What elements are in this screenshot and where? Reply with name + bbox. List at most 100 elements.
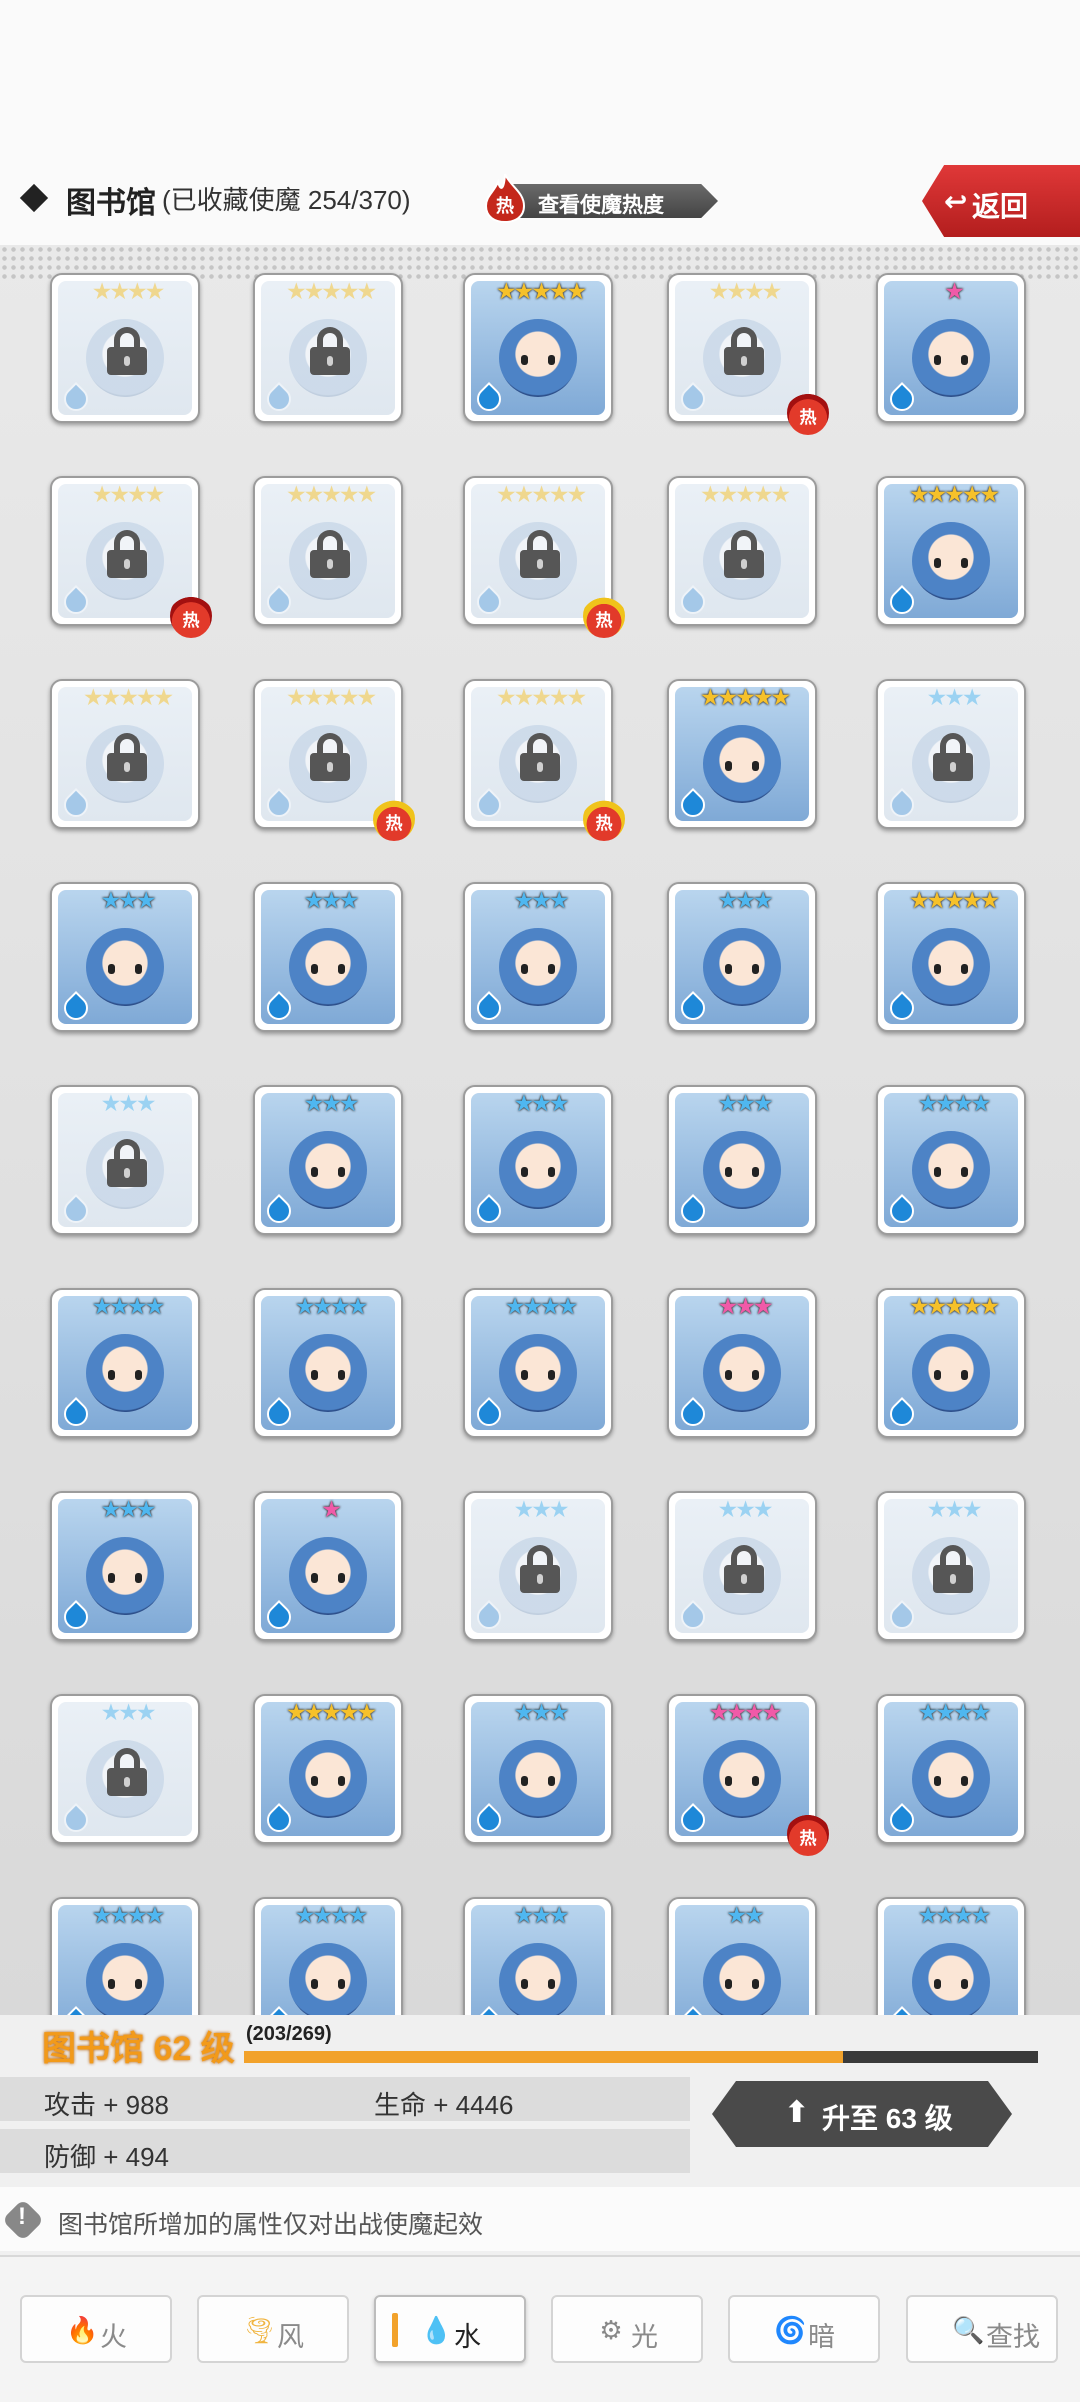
familiar-card[interactable]: ★ [253,1491,403,1641]
star-icon: ★ [91,481,113,507]
star-rating: ★★★★★ [465,685,615,709]
star-icon: ★ [917,1699,939,1725]
tab-dark[interactable]: 🌀 暗 [728,2295,880,2363]
familiar-card[interactable]: ★★★ [667,882,817,1032]
familiar-card[interactable]: ★★★★★ [253,273,403,423]
familiar-card[interactable]: ★★★★ [876,1694,1026,1844]
tab-label: 光 [631,2322,658,2352]
tab-search[interactable]: 🔍 查找 [906,2295,1058,2363]
star-icon: ★ [726,1902,747,1928]
star-icon: ★ [504,1293,526,1319]
familiar-card[interactable]: ★★★ [463,1897,613,2015]
familiar-card[interactable]: ★★★★ [50,273,200,423]
familiar-card[interactable]: ★★★★★ [876,882,1026,1032]
star-icon: ★ [944,278,965,304]
familiar-card[interactable]: ★★★★★ [253,476,403,626]
familiar-card[interactable]: ★★★★★ 热 [463,476,625,638]
familiar-card[interactable]: ★★★ [667,1085,817,1235]
familiar-card[interactable]: ★★★★ [463,1288,613,1438]
star-icon: ★ [127,1902,148,1928]
familiar-card[interactable]: ★★★★ 热 [667,1694,829,1856]
familiar-card[interactable]: ★★★ [50,1085,200,1235]
star-icon: ★ [109,481,130,507]
familiar-card[interactable]: ★★★ [253,1085,403,1235]
familiar-card[interactable]: ★★★★ 热 [667,273,829,435]
star-icon: ★ [917,1090,939,1116]
familiar-card[interactable]: ★★★★★ [50,679,200,829]
star-icon: ★ [699,684,721,710]
familiar-card[interactable]: ★★★ [463,882,613,1032]
familiar-card[interactable]: ★★★★★ [876,476,1026,626]
familiar-card[interactable]: ★★★★ [876,1085,1026,1235]
tab-wind[interactable]: 🌪 风 [197,2295,349,2363]
familiar-card[interactable]: ★★★★★ [667,679,817,829]
tab-fire[interactable]: 🔥 火 [20,2295,172,2363]
star-icon: ★ [726,1699,747,1725]
star-icon: ★ [531,481,552,507]
star-icon: ★ [717,481,739,507]
familiar-card[interactable]: ★★★ [253,882,403,1032]
familiar-card[interactable]: ★★ [667,1897,817,2015]
star-icon: ★ [770,481,791,507]
familiar-card[interactable]: ★★★ [463,1694,613,1844]
star-icon: ★ [321,1699,342,1725]
collection-count: (已收藏使魔 254/370) [162,185,411,215]
star-icon: ★ [312,1293,333,1319]
tab-water[interactable]: 💧 水 [374,2295,526,2363]
up-arrow-icon: ⬆ [784,2096,810,2129]
familiar-card[interactable]: ★★★ [50,1694,200,1844]
back-button[interactable]: ↩ 返回 [922,165,1080,237]
star-rating: ★★★★★ [878,1294,1028,1318]
star-icon: ★ [303,278,325,304]
hot-badge: 热 [583,797,625,841]
familiar-eyes [521,1370,555,1380]
familiar-card[interactable]: ★★★ [876,1491,1026,1641]
familiar-card[interactable]: ★★★★★ [876,1288,1026,1438]
familiar-card[interactable]: ★★★★ [50,1897,200,2015]
familiar-card[interactable]: ★★★ [463,1085,613,1235]
familiar-card[interactable]: ★★★★ 热 [50,476,212,638]
familiar-card[interactable]: ★★★★ [253,1288,403,1438]
familiar-card[interactable]: ★★★ [463,1491,613,1641]
familiar-card[interactable]: ★★★ [667,1491,817,1641]
star-icon: ★ [752,481,774,507]
upgrade-level-button[interactable]: ⬆ 升至 63 级 [712,2081,1012,2147]
star-icon: ★ [548,1699,570,1725]
tab-light[interactable]: ⚙ 光 [551,2295,703,2363]
familiar-card[interactable]: ★★★★★ [667,476,817,626]
star-icon: ★ [118,1699,139,1725]
star-icon: ★ [926,1293,948,1319]
star-icon: ★ [735,1496,756,1522]
star-icon: ★ [944,684,965,710]
star-icon: ★ [752,684,774,710]
familiar-card[interactable]: ★ [876,273,1026,423]
familiar-card[interactable]: ★★★★ [50,1288,200,1438]
familiar-card[interactable]: ★★★ [50,1491,200,1641]
star-icon: ★ [285,684,307,710]
familiar-card[interactable]: ★★★★★ [463,273,613,423]
star-icon: ★ [91,278,113,304]
star-icon: ★ [917,1902,939,1928]
familiar-card[interactable]: ★★★★ [253,1897,403,2015]
star-icon: ★ [118,887,139,913]
star-icon: ★ [970,1699,992,1725]
star-rating: ★★★ [669,1091,819,1115]
star-icon: ★ [347,1293,369,1319]
familiar-card[interactable]: ★★★★★ [253,1694,403,1844]
star-icon: ★ [513,278,535,304]
stat-row-2: 防御 + 494 [0,2129,690,2173]
familiar-card[interactable]: ★★★★★ 热 [463,679,625,841]
view-heat-button[interactable]: 热 查看使魔热度 [480,172,730,224]
star-icon: ★ [961,887,983,913]
familiar-card[interactable]: ★★★★ [876,1897,1026,2015]
familiar-card[interactable]: ★★★ [876,679,1026,829]
star-icon: ★ [531,887,552,913]
star-icon: ★ [294,1293,316,1319]
familiar-eyes [108,1979,142,1989]
star-rating: ★★★★ [878,1903,1028,1927]
star-rating: ★★★ [52,1700,202,1724]
familiar-card[interactable]: ★★★★★ 热 [253,679,415,841]
familiar-card[interactable]: ★★★ [667,1288,817,1438]
star-icon: ★ [135,1496,157,1522]
familiar-card[interactable]: ★★★ [50,882,200,1032]
